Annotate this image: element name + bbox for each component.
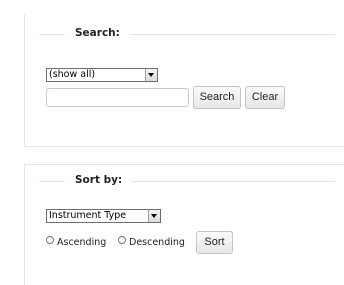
search-filter-select[interactable]: (show all) (46, 68, 158, 82)
ascending-radio[interactable]: Ascending (46, 236, 106, 249)
sort-button[interactable]: Sort (196, 231, 233, 254)
descending-label: Descending (129, 237, 185, 248)
sort-field-select[interactable]: Instrument Type (46, 209, 161, 223)
search-input[interactable] (46, 88, 189, 107)
search-panel: Search: (show all) Search Clear (24, 14, 344, 147)
radio-icon[interactable] (46, 236, 54, 244)
chevron-down-icon[interactable] (145, 69, 157, 81)
chevron-down-icon[interactable] (148, 210, 160, 222)
search-legend-line: Search: (39, 25, 335, 41)
sort-panel: Sort by: Instrument Type Ascending Desce… (24, 164, 344, 285)
sort-legend-line: Sort by: (39, 172, 335, 188)
clear-button[interactable]: Clear (245, 86, 285, 109)
sort-field-value: Instrument Type (49, 210, 127, 221)
search-legend: Search: (65, 25, 130, 41)
ascending-label: Ascending (57, 237, 107, 248)
sort-legend: Sort by: (65, 172, 133, 188)
descending-radio[interactable]: Descending (118, 236, 185, 249)
search-filter-value: (show all) (49, 69, 96, 80)
radio-icon[interactable] (118, 236, 126, 244)
search-button[interactable]: Search (193, 86, 241, 109)
